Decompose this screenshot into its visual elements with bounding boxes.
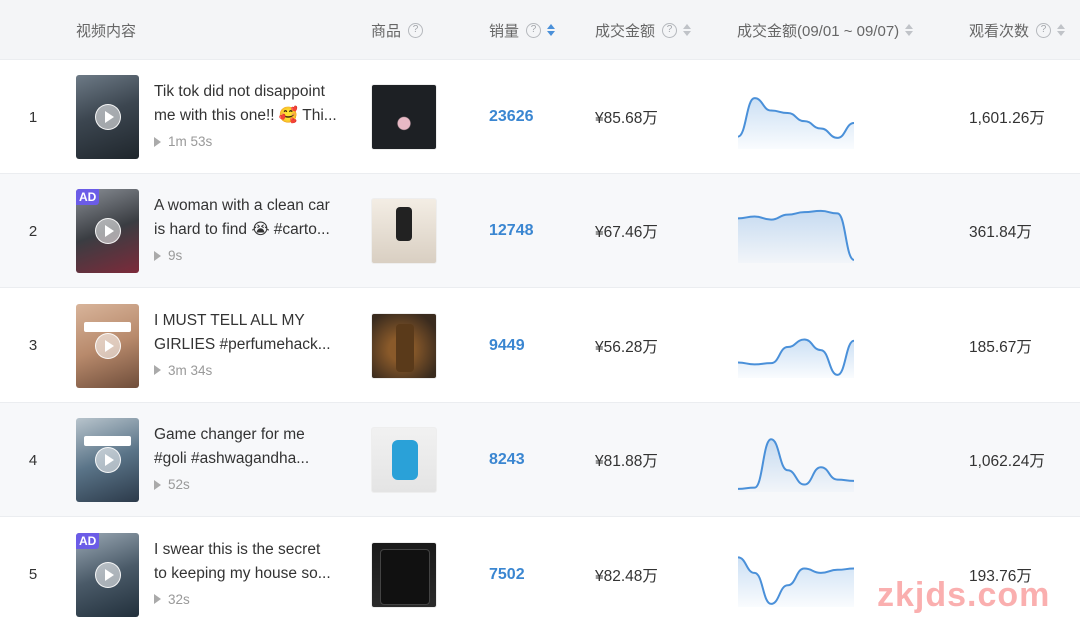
sales-count[interactable]: 7502 bbox=[489, 518, 525, 627]
col-sales-header[interactable]: 销量 ? bbox=[489, 0, 556, 60]
product-image[interactable] bbox=[371, 312, 437, 379]
trend-area bbox=[738, 98, 854, 149]
video-title[interactable]: I swear this is the secret to keeping my… bbox=[154, 538, 346, 586]
sort-icon[interactable] bbox=[1057, 24, 1066, 36]
help-icon[interactable]: ? bbox=[1036, 22, 1052, 38]
help-icon[interactable]: ? bbox=[526, 22, 542, 38]
trend-area bbox=[738, 339, 854, 378]
table-row[interactable]: 1 Tik tok did not disappoint me with thi… bbox=[0, 60, 1080, 174]
transaction-amount: ¥82.48万 bbox=[595, 567, 658, 585]
play-icon[interactable] bbox=[94, 218, 121, 245]
table-row[interactable]: 4 Game changer for me #goli #ashwagandha… bbox=[0, 403, 1080, 518]
col-video-header: 视频内容 bbox=[76, 22, 137, 40]
view-count: 1,601.26万 bbox=[969, 110, 1045, 127]
play-small-icon bbox=[154, 250, 161, 261]
video-thumbnail[interactable]: AD bbox=[76, 189, 139, 274]
ad-badge: AD bbox=[76, 532, 100, 549]
video-thumbnail[interactable] bbox=[76, 75, 139, 159]
jug-icon bbox=[380, 548, 430, 605]
caption-overlay bbox=[84, 321, 131, 332]
col-amount-trend-header[interactable]: 成交金额(09/01 ~ 09/07) bbox=[737, 0, 914, 60]
video-duration: 9s bbox=[154, 248, 182, 263]
product-image[interactable] bbox=[371, 427, 437, 494]
transaction-amount: ¥85.68万 bbox=[595, 110, 658, 127]
col-product-header: 商品 ? bbox=[371, 0, 424, 60]
bottle-icon bbox=[392, 440, 418, 481]
bottle-icon bbox=[396, 323, 414, 372]
product-image[interactable] bbox=[371, 84, 437, 150]
view-count: 1,062.24万 bbox=[969, 453, 1045, 471]
amount-trend-chart bbox=[737, 555, 855, 607]
video-thumbnail[interactable]: AD bbox=[76, 532, 139, 617]
product-image[interactable] bbox=[371, 541, 437, 608]
watermark: zkjds.com bbox=[877, 576, 1051, 614]
amount-trend-chart bbox=[737, 97, 855, 149]
table-header: 视频内容 商品 ? 销量 ? 成交金额 ? 成交金额(09/01 ~ 09/07… bbox=[0, 0, 1080, 60]
play-small-icon bbox=[154, 479, 161, 490]
video-title[interactable]: Game changer for me #goli #ashwagandha..… bbox=[154, 423, 346, 471]
amount-trend-chart bbox=[737, 210, 855, 264]
video-thumbnail[interactable] bbox=[76, 418, 139, 503]
sort-icon[interactable] bbox=[547, 24, 556, 36]
table-row[interactable]: 2 AD A woman with a clean car is hard to… bbox=[0, 174, 1080, 289]
sort-icon[interactable] bbox=[683, 24, 692, 36]
play-icon[interactable] bbox=[94, 561, 121, 588]
transaction-amount: ¥81.88万 bbox=[595, 453, 658, 471]
view-count: 361.84万 bbox=[969, 224, 1032, 242]
col-views-header[interactable]: 观看次数 ? bbox=[969, 0, 1066, 60]
video-title[interactable]: Tik tok did not disappoint me with this … bbox=[154, 80, 346, 128]
video-duration: 52s bbox=[154, 477, 190, 492]
rank-number: 3 bbox=[28, 337, 38, 355]
rank-number: 2 bbox=[28, 222, 38, 240]
play-small-icon bbox=[154, 594, 161, 605]
sales-count[interactable]: 9449 bbox=[489, 289, 525, 403]
video-ranking-table: 视频内容 商品 ? 销量 ? 成交金额 ? 成交金额(09/01 ~ 09/07… bbox=[0, 0, 1080, 627]
sales-count[interactable]: 23626 bbox=[489, 60, 534, 174]
ad-badge: AD bbox=[76, 189, 100, 206]
product-image[interactable] bbox=[371, 198, 437, 265]
rank-number: 1 bbox=[28, 108, 38, 126]
table-row[interactable]: 3 I MUST TELL ALL MY GIRLIES #perfumehac… bbox=[0, 289, 1080, 403]
trend-area bbox=[738, 211, 854, 264]
sales-count[interactable]: 8243 bbox=[489, 403, 525, 517]
rank-number: 4 bbox=[28, 451, 38, 469]
help-icon[interactable]: ? bbox=[662, 22, 678, 38]
transaction-amount: ¥56.28万 bbox=[595, 338, 658, 356]
play-icon[interactable] bbox=[94, 332, 121, 359]
sales-count[interactable]: 12748 bbox=[489, 174, 534, 288]
help-icon[interactable]: ? bbox=[408, 22, 424, 38]
amount-trend-chart bbox=[737, 338, 855, 378]
video-title[interactable]: A woman with a clean car is hard to find… bbox=[154, 194, 346, 242]
transaction-amount: ¥67.46万 bbox=[595, 224, 658, 242]
play-small-icon bbox=[154, 365, 161, 376]
amount-trend-chart bbox=[737, 438, 855, 493]
rank-number: 5 bbox=[28, 566, 38, 584]
bottle-icon bbox=[396, 207, 412, 242]
trend-area bbox=[738, 556, 854, 607]
trend-area bbox=[738, 439, 854, 493]
video-duration: 32s bbox=[154, 592, 190, 607]
play-small-icon bbox=[154, 136, 161, 147]
video-duration: 3m 34s bbox=[154, 363, 212, 378]
view-count: 185.67万 bbox=[969, 338, 1032, 356]
play-icon[interactable] bbox=[94, 447, 121, 474]
video-thumbnail[interactable] bbox=[76, 303, 139, 388]
sort-icon[interactable] bbox=[905, 24, 914, 36]
video-duration: 1m 53s bbox=[154, 134, 212, 149]
col-amount-header[interactable]: 成交金额 ? bbox=[595, 0, 692, 60]
video-title[interactable]: I MUST TELL ALL MY GIRLIES #perfumehack.… bbox=[154, 309, 346, 357]
play-icon[interactable] bbox=[94, 104, 121, 130]
caption-overlay bbox=[84, 436, 131, 447]
